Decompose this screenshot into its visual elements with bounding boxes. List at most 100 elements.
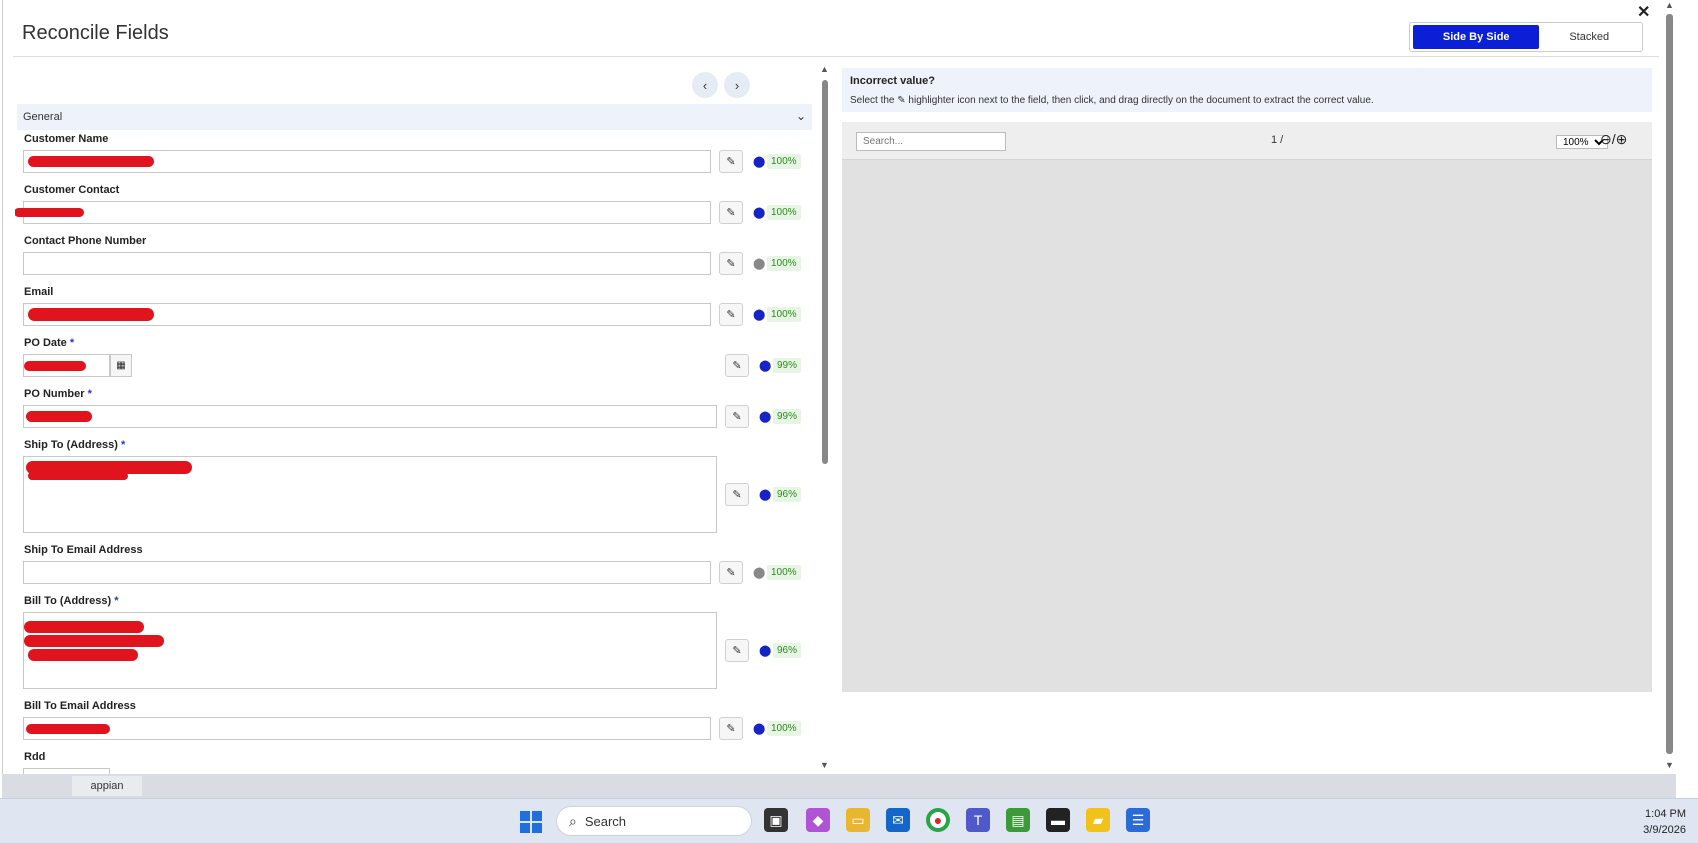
map-pin-icon[interactable]: ⬤: [759, 644, 771, 657]
map-pin-icon[interactable]: ⬤: [759, 410, 771, 423]
teams-icon[interactable]: T: [966, 808, 990, 832]
map-pin-icon[interactable]: ⬤: [753, 308, 765, 321]
calendar-icon: ▦: [116, 360, 126, 371]
redaction-mark: [26, 724, 110, 734]
close-icon[interactable]: ✕: [1637, 2, 1650, 22]
zoom-in-icon[interactable]: ⊕: [1616, 131, 1628, 147]
pencil-button[interactable]: ✎: [719, 150, 743, 173]
calendar-button[interactable]: ▦: [110, 354, 132, 377]
scroll-down-icon[interactable]: ▼: [1665, 760, 1674, 770]
copilot-icon[interactable]: ◆: [806, 808, 830, 832]
pencil-button[interactable]: ✎: [719, 201, 743, 224]
ship-to-email-input[interactable]: [23, 561, 711, 584]
windows-start-icon[interactable]: [520, 811, 542, 833]
scroll-up-icon[interactable]: ▲: [1665, 0, 1674, 10]
pencil-icon: ✎: [726, 156, 736, 168]
contact-phone-input[interactable]: [23, 252, 711, 275]
redaction-mark: [24, 621, 144, 633]
zoom-out-icon[interactable]: ⊖: [1600, 131, 1612, 147]
redaction-mark: [28, 649, 138, 661]
taskbar-search[interactable]: ⌕ Search: [556, 806, 752, 836]
chrome-icon[interactable]: ●: [926, 808, 950, 832]
pencil-icon: ✎: [726, 723, 736, 735]
task-view-icon[interactable]: ▣: [764, 808, 788, 832]
confidence-badge: 100%: [767, 256, 801, 271]
confidence-badge: 99%: [773, 358, 802, 373]
pencil-icon: ✎: [732, 489, 742, 501]
chevron-down-icon[interactable]: ⌄: [796, 109, 806, 123]
email-field[interactable]: [23, 303, 711, 326]
po-number-input[interactable]: [23, 405, 717, 428]
scrollbar-thumb[interactable]: [822, 80, 828, 464]
taskbar-search-label: Search: [584, 813, 627, 829]
sticky-notes-icon[interactable]: ▰: [1086, 808, 1110, 832]
customer-contact-input[interactable]: [15, 201, 711, 224]
document-search-input[interactable]: [856, 132, 1006, 151]
pencil-button[interactable]: ✎: [719, 303, 743, 326]
search-icon: ⌕: [569, 812, 577, 829]
page-title: Reconcile Fields: [22, 22, 169, 44]
form-scrollbar[interactable]: ▲ ▼: [820, 64, 830, 774]
field-label-po-date: PO Date *: [24, 337, 75, 349]
windows-taskbar: ⌕ Search ▣ ◆ ▭ ✉ ● T ▤ ▬ ▰ ☰ 1:04 PM 3/9…: [0, 798, 1698, 843]
pencil-button[interactable]: ✎: [719, 717, 743, 740]
pencil-button[interactable]: ✎: [725, 405, 749, 428]
confidence-badge: 96%: [773, 487, 802, 502]
redaction-mark: [15, 208, 84, 217]
bill-to-address-textarea[interactable]: [23, 612, 717, 689]
map-pin-icon[interactable]: ⬤: [759, 488, 771, 501]
hint-title: Incorrect value?: [850, 75, 935, 87]
scroll-down-icon[interactable]: ▼: [820, 760, 829, 770]
scrollbar-thumb[interactable]: [1666, 14, 1673, 754]
reconcile-fields-modal: ✕ Reconcile Fields Side By Side Stacked …: [2, 0, 1676, 774]
previous-button[interactable]: ‹: [692, 72, 718, 98]
bill-to-email-input[interactable]: [23, 717, 711, 740]
ship-to-address-textarea[interactable]: [23, 456, 717, 533]
modal-scrollbar[interactable]: ▲ ▼: [1663, 0, 1677, 774]
system-clock[interactable]: 1:04 PM 3/9/2026: [1643, 806, 1686, 838]
map-pin-icon[interactable]: ⬤: [753, 722, 765, 735]
side-by-side-button[interactable]: Side By Side: [1413, 25, 1540, 49]
pencil-icon: ✎: [732, 411, 742, 423]
file-explorer-icon[interactable]: ▭: [846, 808, 870, 832]
view-toggle: Side By Side Stacked: [1409, 22, 1643, 52]
redaction-mark: [28, 156, 154, 167]
section-general[interactable]: General ⌄: [17, 104, 812, 130]
clock-time: 1:04 PM: [1645, 808, 1686, 820]
notepad-icon[interactable]: ☰: [1126, 808, 1150, 832]
map-pin-icon[interactable]: ⬤: [753, 566, 765, 579]
section-label: General: [23, 111, 63, 123]
field-label-rdd: Rdd: [24, 751, 46, 763]
pencil-icon: ✎: [726, 309, 736, 321]
map-pin-icon[interactable]: ⬤: [753, 206, 765, 219]
spreadsheet-icon[interactable]: ▤: [1006, 808, 1030, 832]
next-button[interactable]: ›: [724, 72, 750, 98]
pencil-icon: ✎: [732, 360, 742, 372]
field-label-customer-contact: Customer Contact: [24, 184, 120, 196]
pencil-icon: ✎: [732, 645, 742, 657]
viewer-toolbar: 1 / 100% ⊖/⊕: [842, 122, 1652, 160]
chevron-left-icon: ‹: [702, 77, 708, 93]
map-pin-icon[interactable]: ⬤: [753, 257, 765, 270]
notes-icon[interactable]: ▬: [1046, 808, 1070, 832]
pencil-button[interactable]: ✎: [725, 354, 749, 377]
map-pin-icon[interactable]: ⬤: [759, 359, 771, 372]
map-pin-icon[interactable]: ⬤: [753, 155, 765, 168]
pencil-button[interactable]: ✎: [719, 561, 743, 584]
pencil-button[interactable]: ✎: [725, 639, 749, 662]
pencil-button[interactable]: ✎: [719, 252, 743, 275]
form-panel: ‹ › General ⌄ Customer Name ✎ ⬤ 100% Cus…: [15, 64, 815, 774]
redaction-mark: [28, 472, 128, 480]
hint-description: Select the ✎ highlighter icon next to th…: [850, 95, 1374, 106]
clock-date: 3/9/2026: [1643, 824, 1686, 836]
redaction-mark: [24, 635, 164, 647]
po-date-input[interactable]: [23, 354, 110, 377]
field-label-email: Email: [24, 286, 54, 298]
stacked-button[interactable]: Stacked: [1539, 25, 1639, 49]
outlook-icon[interactable]: ✉: [886, 808, 910, 832]
customer-name-input[interactable]: [23, 150, 711, 173]
scroll-up-icon[interactable]: ▲: [820, 64, 829, 74]
chevron-right-icon: ›: [734, 77, 740, 93]
pencil-button[interactable]: ✎: [725, 483, 749, 506]
appian-tab[interactable]: appian: [72, 776, 142, 796]
